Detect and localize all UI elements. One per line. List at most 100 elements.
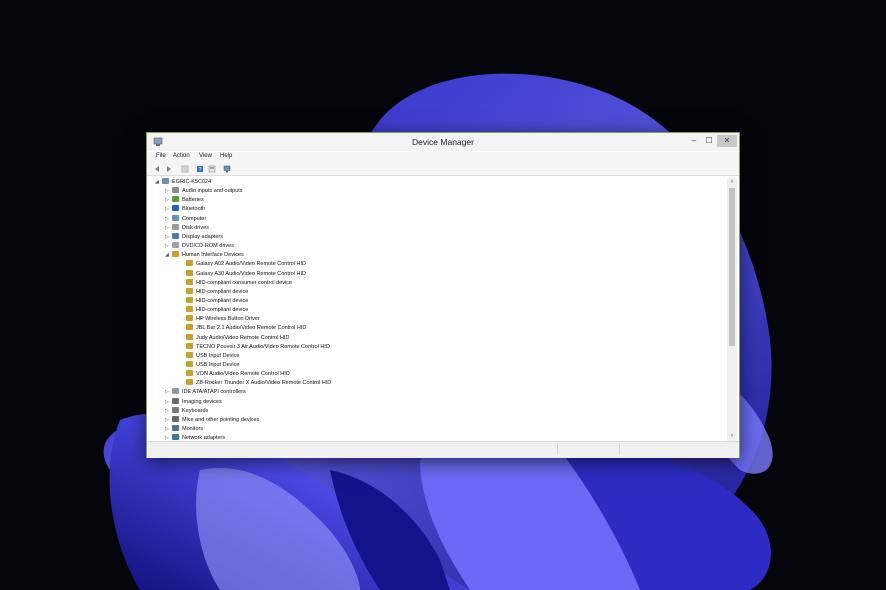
expand-arrow-icon[interactable]: ▷ — [165, 242, 172, 251]
tree-item[interactable]: ▷ Display adapters — [165, 232, 223, 242]
scroll-thumb[interactable] — [729, 188, 735, 346]
disk-icon — [172, 223, 179, 230]
tree-item-label: Bluetooth — [182, 206, 206, 213]
tree-item-label: IDE ATA/ATAPI controllers — [182, 389, 246, 396]
tree-item[interactable]: HID-compliant consumer control device — [179, 278, 292, 288]
expand-arrow-icon[interactable]: ▷ — [165, 196, 172, 205]
scroll-down-button[interactable]: ˅ — [727, 432, 737, 440]
computer-icon — [162, 178, 169, 184]
tree-item[interactable]: ▷ Computer — [165, 214, 207, 224]
expand-arrow-icon[interactable]: ▷ — [165, 233, 172, 242]
status-bar — [147, 441, 739, 458]
tree-item-label: ZB-Rocker Thunder X Audio/Video Remote C… — [196, 380, 332, 387]
tree-item[interactable]: ▷ IDE ATA/ATAPI controllers — [165, 388, 246, 397]
status-segment — [619, 444, 680, 455]
expand-arrow-icon[interactable]: ▷ — [165, 398, 172, 407]
tree-item[interactable]: HID-compliant device — [179, 287, 249, 297]
tree-item-label: Keyboards — [182, 407, 209, 414]
expand-arrow-icon[interactable]: ▷ — [165, 187, 172, 196]
tree-item[interactable]: ▷ Bluetooth — [165, 205, 205, 214]
collapse-arrow-icon[interactable]: ◢ — [165, 251, 172, 260]
tree-item-label: DVD/CD-ROM drives — [182, 243, 234, 250]
monitor-icon — [172, 425, 179, 432]
hid-icon — [186, 342, 193, 349]
tree-item[interactable]: ZB-Rocker Thunder X Audio/Video Remote C… — [179, 379, 331, 388]
hid-icon — [186, 370, 193, 377]
tree-item[interactable]: ▷ Keyboards — [165, 406, 209, 416]
tree-item-label: Mice and other pointing devices — [182, 416, 260, 423]
tree-item-label: Galaxy A02 Audio/Video Remote Control HI… — [196, 261, 306, 268]
tree-item-label: HID-compliant device — [196, 288, 249, 295]
monitor-icon[interactable] — [223, 165, 231, 173]
tree-item-label: Computer — [182, 215, 207, 222]
tree-item[interactable]: ▷ Disk drives — [165, 223, 209, 233]
hid-icon — [186, 315, 193, 322]
tree-item[interactable]: JBL Bar 2.1 Audio/Video Remote Control H… — [179, 324, 306, 333]
tree-item[interactable]: ◢ Human Interface Devices — [165, 251, 244, 260]
tree-item[interactable]: ▷ Mice and other pointing devices — [165, 415, 260, 425]
tree-item-label: USB Input Device — [196, 352, 240, 359]
tree-item[interactable]: Galaxy A02 Audio/Video Remote Control HI… — [179, 260, 306, 269]
tree-item[interactable]: ▷ DVD/CD-ROM drives — [165, 242, 234, 251]
hid-icon — [186, 296, 193, 303]
expand-arrow-icon[interactable]: ▷ — [165, 425, 172, 434]
expand-arrow-icon[interactable]: ▷ — [165, 407, 172, 416]
vertical-scrollbar[interactable]: ˄ ˅ — [727, 178, 737, 441]
device-tree[interactable]: ◢ EGRIC-K5C024 ▷ Audio inputs and outputs ▷ B… — [149, 178, 727, 440]
menu-file[interactable]: File — [156, 153, 166, 159]
menu-help[interactable]: Help — [220, 153, 232, 159]
camera-icon — [172, 397, 179, 404]
tree-item-label: JBL Bar 2.1 Audio/Video Remote Control H… — [196, 325, 307, 332]
expand-arrow-icon[interactable]: ▷ — [165, 388, 172, 397]
tree-item-label: Audio inputs and outputs — [182, 188, 243, 195]
expand-arrow-icon[interactable]: ▷ — [165, 224, 172, 233]
tree-item[interactable]: HP Wireless Button Driver — [179, 315, 260, 324]
expand-arrow-icon[interactable]: ▷ — [165, 215, 172, 224]
tree-item[interactable]: ▷ Batteries — [165, 196, 204, 205]
help-icon[interactable]: ? — [196, 165, 204, 173]
title-bar[interactable]: Device Manager – ☐ ✕ — [147, 133, 739, 151]
expand-arrow-icon[interactable]: ▷ — [165, 205, 172, 214]
scroll-up-button[interactable]: ˄ — [727, 178, 737, 186]
menu-action[interactable]: Action — [173, 153, 190, 159]
tree-item[interactable]: ▷ Imaging devices — [165, 397, 222, 407]
svg-text:?: ? — [199, 167, 202, 173]
tree-item-label: HID-compliant consumer control device — [196, 279, 292, 286]
tree-item-label: Judy Audio/Video Remote Control HID — [196, 334, 290, 341]
tree-item[interactable]: ▷ Monitors — [165, 425, 203, 434]
hid-icon — [186, 361, 193, 367]
menu-bar: File Action View Help — [147, 152, 739, 163]
back-icon[interactable] — [153, 165, 161, 173]
tree-item-label: VON Audio/Video Remote Control HID — [196, 371, 290, 378]
tree-item-label: Monitors — [182, 426, 204, 433]
tree-item[interactable]: HID-compliant device — [179, 296, 248, 306]
tree-item[interactable]: Galaxy A30 Audio/Video Remote Control HI… — [179, 269, 306, 279]
minimize-button[interactable]: – — [687, 135, 701, 147]
close-button[interactable]: ✕ — [717, 135, 737, 147]
tree-item[interactable]: HID-compliant device — [179, 306, 248, 315]
forward-icon[interactable] — [165, 165, 173, 173]
tree-item[interactable]: USB Input Device — [179, 361, 239, 370]
tree-item[interactable]: ▷ Audio inputs and outputs — [165, 187, 243, 196]
hid-icon — [186, 306, 193, 313]
menu-view[interactable]: View — [199, 153, 212, 159]
tree-item[interactable]: USB Input Device — [179, 351, 240, 361]
expand-arrow-icon[interactable]: ▷ — [165, 434, 172, 440]
tree-item[interactable]: Judy Audio/Video Remote Control HID — [179, 333, 290, 343]
maximize-button[interactable]: ☐ — [702, 135, 716, 147]
tree-item[interactable]: ◢ EGRIC-K5C024 — [155, 178, 211, 187]
expand-arrow-icon[interactable]: ▷ — [165, 416, 172, 425]
tree-item[interactable]: TECNO Pouvoir 3 Air Audio/Video Remote C… — [179, 342, 330, 352]
window-title: Device Manager — [412, 137, 474, 147]
device-manager-window[interactable]: Device Manager – ☐ ✕ File Action View He… — [146, 132, 740, 458]
show-hidden-icon[interactable] — [208, 165, 216, 173]
battery-icon — [172, 196, 179, 203]
tree-item-label: Display adapters — [182, 233, 223, 240]
properties-icon[interactable] — [181, 165, 189, 173]
collapse-arrow-icon[interactable]: ◢ — [155, 178, 162, 187]
tree-item-label: Network adapters — [182, 435, 226, 440]
tree-item[interactable]: VON Audio/Video Remote Control HID — [179, 370, 290, 379]
hid-icon — [186, 269, 193, 276]
tree-item[interactable]: ▷ Network adapters — [165, 434, 225, 440]
tree-item-label: HID-compliant device — [196, 307, 249, 314]
